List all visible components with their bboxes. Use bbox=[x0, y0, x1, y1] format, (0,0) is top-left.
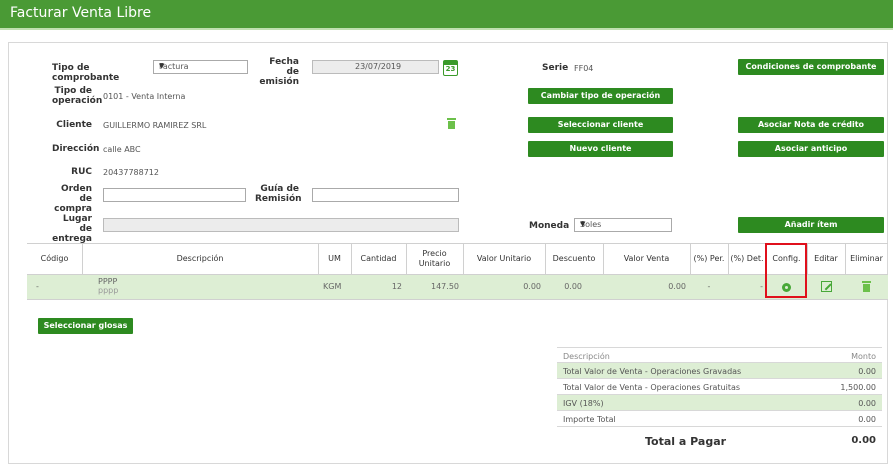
column-header-valor-venta: Valor Venta bbox=[623, 254, 670, 263]
dropdown-arrow-icon: ▼ bbox=[580, 220, 586, 228]
lugar-entrega-input[interactable] bbox=[103, 218, 459, 232]
cell-per: - bbox=[707, 282, 711, 291]
cliente-label: Cliente bbox=[56, 120, 92, 130]
cell-valor-venta: 0.00 bbox=[668, 282, 686, 291]
cambiar-tipo-operacion-button[interactable]: Cambiar tipo de operación bbox=[528, 88, 673, 104]
asociar-anticipo-button[interactable]: Asociar anticipo bbox=[738, 141, 884, 157]
fecha-emision-field[interactable]: 23/07/2019 bbox=[312, 60, 439, 74]
column-header-valor-unitario: Valor Unitario bbox=[476, 254, 532, 263]
fecha-emision-label: Fecha de emisión bbox=[259, 57, 299, 87]
cell-det: - bbox=[760, 282, 763, 291]
window-title: Facturar Venta Libre bbox=[10, 5, 152, 21]
cell-codigo: - bbox=[36, 282, 39, 291]
fecha-emision-value: 23/07/2019 bbox=[355, 62, 402, 71]
column-header-precio-unitario: Precio Unitario bbox=[418, 249, 451, 268]
column-header-codigo: Código bbox=[40, 254, 69, 263]
cell-um: KGM bbox=[323, 282, 342, 291]
window-titlebar: Facturar Venta Libre bbox=[0, 0, 893, 28]
cell-descuento: 0.00 bbox=[564, 282, 582, 291]
anadir-item-button[interactable]: Añadir ítem bbox=[738, 217, 884, 233]
cell-valor-unitario: 0.00 bbox=[523, 282, 541, 291]
column-header-det: (%) Det. bbox=[730, 254, 764, 263]
cell-cantidad: 12 bbox=[391, 282, 402, 291]
moneda-select[interactable]: Soles ▼ bbox=[574, 218, 672, 232]
total-pagar-row: Total a Pagar 0.00 bbox=[557, 429, 882, 453]
column-header-per: (%) Per. bbox=[693, 254, 725, 263]
column-header-um: UM bbox=[328, 254, 341, 263]
dropdown-arrow-icon: ▼ bbox=[159, 62, 165, 70]
tipo-operacion-label: Tipo de operación bbox=[52, 86, 103, 106]
serie-value: FF04 bbox=[574, 64, 594, 73]
summary-row: IGV (18%) 0.00 bbox=[557, 395, 882, 411]
guia-remision-label: Guía de Remisión bbox=[255, 184, 302, 204]
table-bottom-border bbox=[27, 299, 888, 300]
direccion-value: calle ABC bbox=[103, 145, 141, 154]
orden-compra-label: Orden de compra bbox=[54, 184, 92, 214]
column-header-descripcion: Descripción bbox=[176, 254, 224, 263]
summary-row: Total Valor de Venta - Operaciones Gratu… bbox=[557, 379, 882, 395]
condiciones-comprobante-button[interactable]: Condiciones de comprobante bbox=[738, 59, 884, 75]
config-highlight-box bbox=[765, 243, 807, 298]
summary-header: Descripción Monto bbox=[557, 347, 882, 363]
trash-icon[interactable] bbox=[862, 281, 871, 292]
cell-descripcion: PPPP pppp bbox=[98, 277, 119, 295]
direccion-label: Dirección bbox=[52, 144, 100, 154]
column-header-cantidad: Cantidad bbox=[360, 254, 397, 263]
guia-remision-input[interactable] bbox=[312, 188, 459, 202]
serie-label: Serie bbox=[542, 63, 569, 73]
tipo-comprobante-select[interactable]: Factura ▼ bbox=[153, 60, 248, 74]
column-header-editar: Editar bbox=[814, 254, 838, 263]
nuevo-cliente-button[interactable]: Nuevo cliente bbox=[528, 141, 673, 157]
summary-row: Total Valor de Venta - Operaciones Grava… bbox=[557, 363, 882, 379]
orden-compra-input[interactable] bbox=[103, 188, 246, 202]
asociar-nota-credito-button[interactable]: Asociar Nota de crédito bbox=[738, 117, 884, 133]
total-pagar-label: Total a Pagar bbox=[645, 435, 727, 448]
tipo-operacion-value: 0101 - Venta Interna bbox=[103, 92, 186, 101]
cliente-value: GUILLERMO RAMIREZ SRL bbox=[103, 121, 207, 130]
edit-icon[interactable] bbox=[821, 281, 832, 292]
title-divider bbox=[0, 28, 893, 30]
ruc-value: 20437788712 bbox=[103, 168, 159, 177]
summary-row: Importe Total 0.00 bbox=[557, 411, 882, 427]
calendar-icon[interactable]: 23 bbox=[443, 60, 458, 76]
ruc-label: RUC bbox=[71, 167, 92, 177]
total-pagar-value: 0.00 bbox=[851, 435, 876, 446]
tipo-comprobante-label: Tipo de comprobante bbox=[52, 63, 120, 83]
column-header-eliminar: Eliminar bbox=[850, 254, 883, 263]
delete-cliente-icon[interactable] bbox=[447, 118, 456, 129]
moneda-label: Moneda bbox=[529, 221, 570, 231]
cell-precio-unitario: 147.50 bbox=[431, 282, 459, 291]
column-header-descuento: Descuento bbox=[552, 254, 596, 263]
seleccionar-glosas-button[interactable]: Seleccionar glosas bbox=[38, 318, 133, 334]
lugar-entrega-label: Lugar de entrega bbox=[52, 214, 92, 244]
seleccionar-cliente-button[interactable]: Seleccionar cliente bbox=[528, 117, 673, 133]
